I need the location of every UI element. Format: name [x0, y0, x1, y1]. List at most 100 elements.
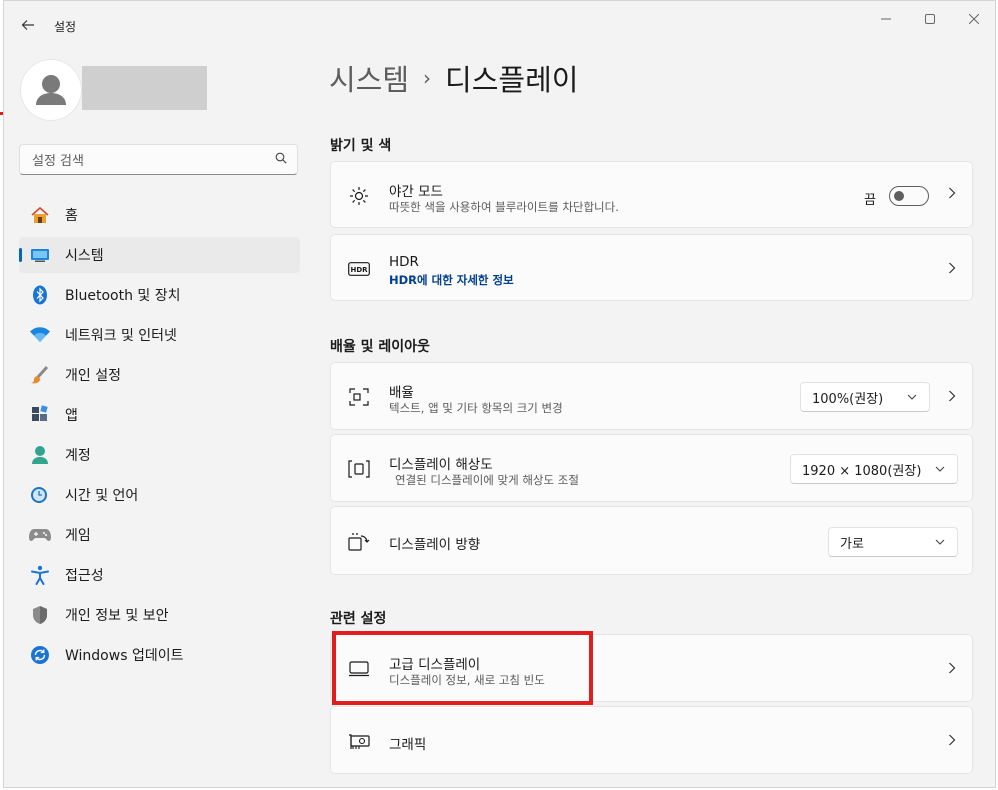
sidebar-nav: 홈 시스템 Bluetooth 및 장치 네트워크 및 인터넷 개인 설정 앱 … [19, 197, 300, 677]
sidebar-item-label: 계정 [65, 448, 91, 464]
breadcrumb-parent[interactable]: 시스템 [329, 57, 409, 99]
sidebar-item-accessibility[interactable]: 접근성 [19, 557, 300, 593]
sidebar-item-privacy-security[interactable]: 개인 정보 및 보안 [19, 597, 300, 633]
sidebar-item-personalization[interactable]: 개인 설정 [19, 357, 300, 393]
sidebar-item-gaming[interactable]: 게임 [19, 517, 300, 553]
section-title-related: 관련 설정 [330, 611, 387, 627]
chevron-right-icon[interactable] [948, 662, 956, 678]
sidebar-item-label: Bluetooth 및 장치 [65, 288, 181, 304]
home-icon [29, 204, 51, 226]
app-title: 설정 [54, 20, 77, 34]
card-subtitle: 따뜻한 색을 사용하여 블루라이트를 차단합니다. [389, 200, 619, 214]
selection-indicator [19, 248, 22, 262]
user-icon [36, 75, 66, 105]
maximize-icon [925, 14, 935, 24]
section-title-brightness: 밝기 및 색 [330, 138, 392, 154]
card-subtitle: 연결된 디스플레이에 맞게 해상도 조절 [395, 473, 579, 487]
bluetooth-icon [29, 284, 51, 306]
back-button[interactable] [16, 13, 40, 37]
brush-icon [29, 364, 51, 386]
accessibility-icon [29, 564, 51, 586]
sidebar-item-label: Windows 업데이트 [65, 648, 184, 664]
sidebar-item-label: 시간 및 언어 [65, 488, 139, 504]
highlight-annotation-box [332, 631, 593, 705]
sidebar-item-accounts[interactable]: 계정 [19, 437, 300, 473]
orientation-dropdown[interactable]: 가로 [828, 527, 958, 557]
card-title: 야간 모드 [389, 184, 443, 200]
card-title: 디스플레이 방향 [389, 537, 481, 553]
svg-text:HDR: HDR [350, 266, 368, 274]
sidebar-item-windows-update[interactable]: Windows 업데이트 [19, 637, 300, 673]
sidebar-item-network[interactable]: 네트워크 및 인터넷 [19, 317, 300, 353]
brightness-icon [348, 185, 370, 207]
search-icon[interactable] [275, 152, 287, 167]
avatar[interactable] [20, 59, 82, 121]
page-title: 디스플레이 [445, 63, 579, 97]
chevron-right-icon[interactable] [948, 187, 956, 203]
scale-card[interactable]: 배율 텍스트, 앱 및 기타 항목의 크기 변경 100%(권장) [330, 362, 973, 430]
card-title: 그래픽 [389, 737, 427, 753]
resolution-card[interactable]: 디스플레이 해상도 연결된 디스플레이에 맞게 해상도 조절 1920 × 10… [330, 434, 973, 502]
sidebar-item-home[interactable]: 홈 [19, 197, 300, 233]
hdr-info-link[interactable]: HDR에 대한 자세한 정보 [389, 272, 514, 288]
card-subtitle: 텍스트, 앱 및 기타 항목의 크기 변경 [389, 401, 563, 415]
hdr-card[interactable]: HDR HDR HDR에 대한 자세한 정보 [330, 234, 973, 301]
minimize-icon [881, 18, 891, 20]
scale-icon [348, 386, 370, 408]
hdr-icon: HDR [348, 258, 370, 280]
chevron-right-icon[interactable] [948, 262, 956, 278]
orientation-card[interactable]: 디스플레이 방향 가로 [330, 506, 973, 575]
sidebar-item-label: 앱 [65, 408, 78, 424]
minimize-button[interactable] [866, 7, 906, 31]
title-bar: 설정 [4, 1, 995, 49]
night-mode-toggle[interactable] [889, 186, 929, 206]
sidebar-item-label: 접근성 [65, 568, 104, 584]
sidebar-item-label: 개인 설정 [65, 368, 121, 384]
card-title: 디스플레이 해상도 [389, 457, 493, 473]
clock-globe-icon [29, 484, 51, 506]
graphics-card-icon [348, 731, 370, 753]
chevron-right-icon[interactable] [948, 390, 956, 406]
toggle-knob [894, 191, 904, 201]
resolution-icon [348, 458, 370, 480]
orientation-icon [348, 531, 370, 553]
close-button[interactable] [954, 7, 994, 31]
back-arrow-icon [21, 20, 34, 30]
card-title: HDR [389, 254, 419, 270]
settings-window: 설정 홈 시스템 Bluetooth 및 장치 [3, 0, 996, 788]
sidebar-item-bluetooth[interactable]: Bluetooth 및 장치 [19, 277, 300, 313]
sidebar-item-label: 개인 정보 및 보안 [65, 608, 169, 624]
chevron-down-icon [907, 392, 917, 403]
chevron-down-icon [935, 537, 945, 548]
system-icon [29, 244, 51, 266]
dropdown-value: 가로 [840, 536, 864, 552]
shield-icon [29, 604, 51, 626]
sidebar-item-system[interactable]: 시스템 [19, 237, 300, 273]
wifi-icon [29, 324, 51, 346]
close-icon [969, 14, 979, 24]
chevron-right-icon[interactable] [948, 734, 956, 750]
maximize-button[interactable] [910, 7, 950, 31]
search-input[interactable] [30, 150, 264, 172]
card-title: 배율 [389, 385, 414, 401]
dropdown-value: 100%(권장) [812, 391, 884, 407]
breadcrumb-separator: › [423, 66, 432, 90]
night-mode-card[interactable]: 야간 모드 따뜻한 색을 사용하여 블루라이트를 차단합니다. 끔 [330, 161, 973, 228]
sidebar-item-label: 홈 [65, 208, 78, 224]
user-name-redacted [82, 66, 207, 110]
sidebar-item-apps[interactable]: 앱 [19, 397, 300, 433]
toggle-state-label: 끔 [864, 193, 876, 208]
sidebar-item-label: 네트워크 및 인터넷 [65, 328, 177, 344]
breadcrumb: 시스템 › 디스플레이 [329, 57, 578, 99]
scale-dropdown[interactable]: 100%(권장) [800, 382, 930, 412]
section-title-scale-layout: 배율 및 레이아웃 [330, 339, 430, 355]
sidebar-item-label: 시스템 [65, 248, 104, 264]
gamepad-icon [29, 524, 51, 546]
graphics-card[interactable]: 그래픽 [330, 706, 973, 774]
resolution-dropdown[interactable]: 1920 × 1080(권장) [790, 454, 958, 484]
sidebar-item-label: 게임 [65, 528, 91, 544]
account-icon [29, 444, 51, 466]
search-box[interactable] [19, 144, 298, 175]
update-icon [29, 644, 51, 666]
sidebar-item-time-language[interactable]: 시간 및 언어 [19, 477, 300, 513]
